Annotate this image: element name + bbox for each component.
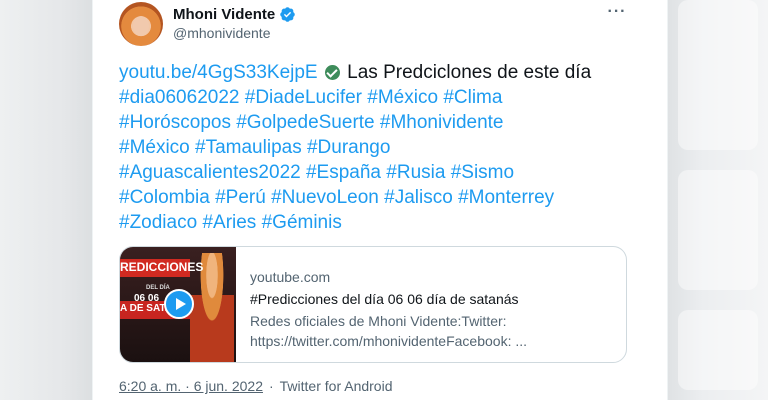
video-thumbnail[interactable]: REDICCIONES DEL DÍA 06 06 A DE SATANÁS: [120, 247, 236, 362]
hashtag[interactable]: #Monterrey: [458, 187, 554, 208]
tweet-lead-text: Las Predciclones de este día: [347, 62, 592, 83]
background-panel: [678, 170, 758, 290]
hashtag[interactable]: #Colombia: [119, 187, 210, 208]
background-right: [668, 0, 768, 400]
tweet-meta: 6:20 a. m. · 6 jun. 2022 · Twitter for And…: [119, 378, 392, 394]
check-emoji-icon: [324, 65, 340, 80]
hashtag[interactable]: #Durango: [307, 137, 390, 158]
hashtag[interactable]: #Sismo: [451, 162, 514, 183]
hashtag[interactable]: #México: [119, 137, 190, 158]
tweet-line: #dia06062022 #DiadeLucifer #México #Clim…: [119, 85, 639, 110]
hashtag[interactable]: #Aries: [202, 212, 256, 233]
author-name-row: Mhoni Vidente: [173, 6, 296, 23]
author-handle[interactable]: @mhonividente: [173, 25, 271, 41]
avatar[interactable]: [119, 2, 163, 46]
more-options-icon[interactable]: ···: [605, 4, 629, 24]
hashtag[interactable]: #dia06062022: [119, 87, 239, 108]
preview-title: #Predicciones del día 06 06 día de satan…: [250, 291, 519, 307]
hashtag[interactable]: #España: [306, 162, 381, 183]
author-name[interactable]: Mhoni Vidente: [173, 6, 275, 23]
hashtag[interactable]: #Géminis: [262, 212, 342, 233]
hashtag[interactable]: #DiadeLucifer: [245, 87, 362, 108]
hashtag[interactable]: #NuevoLeon: [271, 187, 379, 208]
hashtag[interactable]: #Tamaulipas: [195, 137, 302, 158]
tweet-source[interactable]: Twitter for Android: [280, 378, 393, 394]
background-panel: [678, 0, 758, 150]
hashtag[interactable]: #Mhonividente: [380, 112, 504, 133]
hashtag[interactable]: #Jalisco: [384, 187, 453, 208]
hashtag[interactable]: #Rusia: [386, 162, 445, 183]
tweet-line: #Colombia #Perú #NuevoLeon #Jalisco #Mon…: [119, 185, 639, 210]
tweet-line: #México #Tamaulipas #Durango: [119, 135, 639, 160]
thumbnail-text: DEL DÍA: [146, 285, 170, 291]
hashtag[interactable]: #Clima: [443, 87, 502, 108]
thumbnail-text: REDICCIONES: [120, 260, 204, 274]
tweet-line: #Aguascalientes2022 #España #Rusia #Sism…: [119, 160, 639, 185]
tweet-line: #Horóscopos #GolpedeSuerte #Mhonividente: [119, 110, 639, 135]
verified-badge-icon: [280, 7, 295, 22]
tweet-card: Mhoni Vidente @mhonividente ··· youtu.be…: [92, 0, 668, 400]
hashtag[interactable]: #Aguascalientes2022: [119, 162, 301, 183]
preview-description: Redes oficiales de Mhoni Vidente:Twitter…: [250, 311, 620, 351]
preview-description-line: Redes oficiales de Mhoni Vidente:Twitter…: [250, 313, 507, 329]
preview-description-line: https://twitter.com/mhonividenteFacebook…: [250, 333, 528, 349]
hashtag[interactable]: #Zodiaco: [119, 212, 197, 233]
play-icon[interactable]: [164, 289, 194, 319]
tweet-text: youtu.be/4GgS33KejpE Las Predciclones de…: [119, 60, 639, 235]
link-preview-card[interactable]: REDICCIONES DEL DÍA 06 06 A DE SATANÁS y…: [119, 246, 627, 363]
tweet-timestamp[interactable]: 6:20 a. m. · 6 jun. 2022: [119, 378, 263, 394]
hashtag[interactable]: #GolpedeSuerte: [236, 112, 374, 133]
background-left: [0, 0, 92, 400]
background-panel: [678, 310, 758, 390]
hashtag[interactable]: #Horóscopos: [119, 112, 231, 133]
tweet-link[interactable]: youtu.be/4GgS33KejpE: [119, 62, 318, 83]
preview-domain: youtube.com: [250, 269, 331, 285]
hashtag[interactable]: #Perú: [215, 187, 266, 208]
tweet-line: youtu.be/4GgS33KejpE Las Predciclones de…: [119, 60, 639, 85]
tweet-line: #Zodiaco #Aries #Géminis: [119, 210, 639, 235]
preview-text: youtube.com #Predicciones del día 06 06 …: [250, 267, 620, 351]
hashtag[interactable]: #México: [367, 87, 438, 108]
avatar-face: [133, 16, 149, 36]
meta-separator: ·: [268, 378, 274, 394]
